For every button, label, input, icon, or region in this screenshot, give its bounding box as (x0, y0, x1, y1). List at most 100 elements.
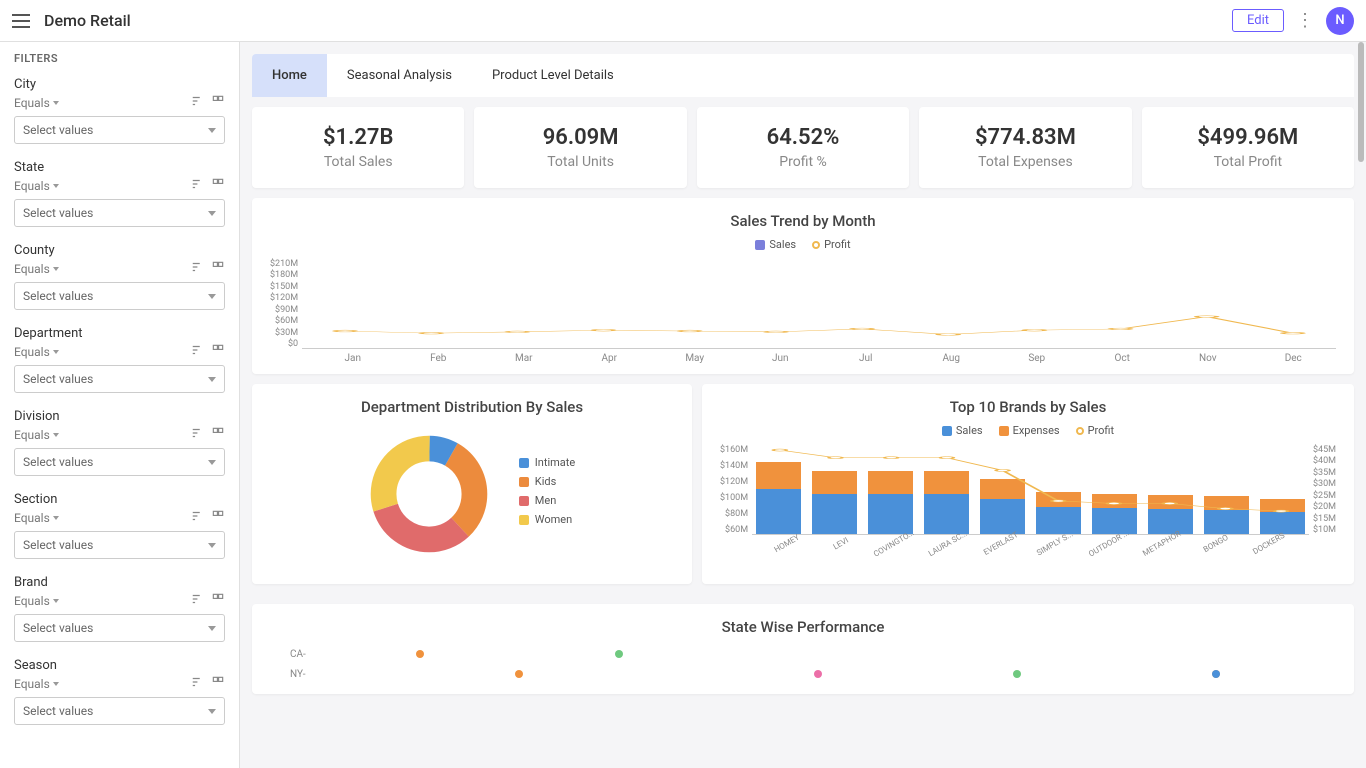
legend-item: Intimate (519, 456, 575, 469)
filter-label: Division (14, 409, 225, 424)
tab-home[interactable]: Home (252, 54, 327, 97)
filter-group: County Equals Select values (14, 243, 225, 310)
legend-item: Women (519, 513, 575, 526)
settings-icon[interactable] (211, 94, 225, 112)
legend-profit: Profit (812, 238, 851, 251)
app-title: Demo Retail (44, 11, 131, 30)
state-row: NY- (290, 664, 1316, 684)
filter-label: State (14, 160, 225, 175)
filter-operator[interactable]: Equals (14, 179, 59, 193)
tab-product-level-details[interactable]: Product Level Details (472, 54, 634, 97)
scatter-point[interactable] (1013, 670, 1021, 678)
kpi-value: $774.83M (929, 125, 1121, 150)
kpi-label: Total Expenses (929, 154, 1121, 170)
kpi-label: Profit % (707, 154, 899, 170)
kpi-label: Total Sales (262, 154, 454, 170)
filter-operator[interactable]: Equals (14, 428, 59, 442)
filter-operator[interactable]: Equals (14, 594, 59, 608)
kpi-card: $774.83M Total Expenses (919, 107, 1131, 188)
donut-chart (369, 434, 489, 554)
sort-icon[interactable] (191, 260, 205, 278)
legend: Sales Expenses Profit (720, 424, 1336, 437)
avatar[interactable]: N (1326, 7, 1354, 35)
filter-operator[interactable]: Equals (14, 96, 59, 110)
filters-heading: FILTERS (14, 52, 225, 65)
sort-icon[interactable] (191, 592, 205, 610)
scatter-point[interactable] (814, 670, 822, 678)
filter-select[interactable]: Select values (14, 365, 225, 393)
topbar: Demo Retail Edit ⋮ N (0, 0, 1366, 42)
filter-label: Department (14, 326, 225, 341)
filter-operator[interactable]: Equals (14, 345, 59, 359)
stacked-bar[interactable] (868, 471, 913, 534)
menu-icon[interactable] (12, 14, 30, 28)
stacked-bar[interactable] (1260, 499, 1305, 534)
state-rows: CA-NY- (270, 644, 1336, 684)
bars-container (302, 259, 1336, 349)
state-row: CA- (290, 644, 1316, 664)
filter-label: Season (14, 658, 225, 673)
settings-icon[interactable] (211, 509, 225, 527)
scrollbar-track[interactable] (1358, 42, 1364, 768)
settings-icon[interactable] (211, 426, 225, 444)
stacked-bar[interactable] (812, 471, 857, 534)
chart-title: Sales Trend by Month (270, 212, 1336, 230)
stacked-bar[interactable] (980, 479, 1025, 534)
stacked-bar[interactable] (1148, 495, 1193, 534)
settings-icon[interactable] (211, 592, 225, 610)
legend-item: Kids (519, 475, 575, 488)
legend-sales: Sales (755, 238, 796, 251)
settings-icon[interactable] (211, 260, 225, 278)
kpi-value: $499.96M (1152, 125, 1344, 150)
kpi-value: 96.09M (484, 125, 676, 150)
scatter-point[interactable] (416, 650, 424, 658)
sort-icon[interactable] (191, 177, 205, 195)
filters-sidebar: FILTERS City Equals Select values State … (0, 42, 240, 768)
settings-icon[interactable] (211, 675, 225, 693)
stacked-bar[interactable] (924, 471, 969, 534)
sort-icon[interactable] (191, 94, 205, 112)
stacked-bar[interactable] (1204, 496, 1249, 534)
sort-icon[interactable] (191, 426, 205, 444)
scrollbar-thumb[interactable] (1358, 42, 1364, 162)
sort-icon[interactable] (191, 675, 205, 693)
chart-title: State Wise Performance (270, 618, 1336, 636)
settings-icon[interactable] (211, 177, 225, 195)
scatter-point[interactable] (1212, 670, 1220, 678)
content-area: HomeSeasonal AnalysisProduct Level Detai… (240, 42, 1366, 768)
filter-select[interactable]: Select values (14, 199, 225, 227)
kpi-card: 64.52%Profit % (697, 107, 909, 188)
legend: Sales Profit (270, 238, 1336, 251)
scatter-point[interactable] (515, 670, 523, 678)
filter-group: Department Equals Select values (14, 326, 225, 393)
kpi-row: $1.27BTotal Sales96.09MTotal Units64.52%… (252, 107, 1354, 188)
topbar-right: Edit ⋮ N (1232, 7, 1354, 35)
sort-icon[interactable] (191, 509, 205, 527)
legend-expenses: Expenses (999, 424, 1060, 437)
filter-select[interactable]: Select values (14, 697, 225, 725)
edit-button[interactable]: Edit (1232, 9, 1284, 32)
kpi-card: 96.09MTotal Units (474, 107, 686, 188)
legend-sales: Sales (942, 424, 983, 437)
filter-select[interactable]: Select values (14, 116, 225, 144)
filter-select[interactable]: Select values (14, 531, 225, 559)
filter-label: Brand (14, 575, 225, 590)
scatter-point[interactable] (615, 650, 623, 658)
filter-select[interactable]: Select values (14, 614, 225, 642)
filter-group: City Equals Select values (14, 77, 225, 144)
kebab-icon[interactable]: ⋮ (1296, 10, 1314, 31)
sort-icon[interactable] (191, 343, 205, 361)
dept-dist-card: Department Distribution By Sales Intimat… (252, 384, 692, 584)
filter-select[interactable]: Select values (14, 448, 225, 476)
filter-operator[interactable]: Equals (14, 677, 59, 691)
tabs: HomeSeasonal AnalysisProduct Level Detai… (252, 54, 1354, 97)
filter-operator[interactable]: Equals (14, 511, 59, 525)
legend-item: Men (519, 494, 575, 507)
tab-seasonal-analysis[interactable]: Seasonal Analysis (327, 54, 472, 97)
chart-title: Top 10 Brands by Sales (720, 398, 1336, 416)
filter-operator[interactable]: Equals (14, 262, 59, 276)
kpi-card: $1.27BTotal Sales (252, 107, 464, 188)
filter-select[interactable]: Select values (14, 282, 225, 310)
stacked-bar[interactable] (756, 462, 801, 534)
settings-icon[interactable] (211, 343, 225, 361)
